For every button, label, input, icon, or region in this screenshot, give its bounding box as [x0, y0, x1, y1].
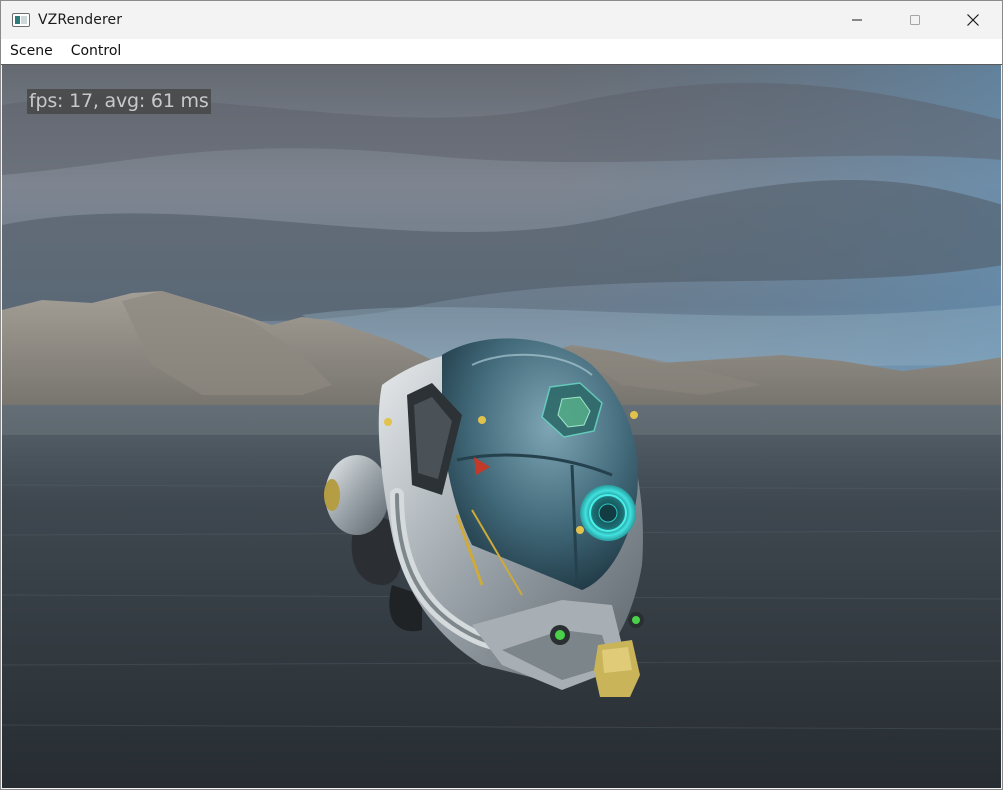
- minimize-button[interactable]: [828, 1, 886, 39]
- menu-scene[interactable]: Scene: [1, 39, 62, 64]
- app-window: VZRenderer Scene Control fps: 17, avg: 6…: [0, 0, 1003, 790]
- window-title: VZRenderer: [38, 12, 123, 28]
- minimize-icon: [852, 19, 862, 21]
- render-viewport[interactable]: fps: 17, avg: 61 ms: [2, 65, 1001, 788]
- close-icon: [967, 14, 979, 26]
- app-icon: [12, 13, 30, 27]
- menu-bar: Scene Control: [1, 39, 1002, 65]
- close-button[interactable]: [944, 1, 1002, 39]
- maximize-icon: [910, 15, 920, 25]
- title-bar[interactable]: VZRenderer: [1, 1, 1002, 39]
- maximize-button[interactable]: [886, 1, 944, 39]
- menu-control[interactable]: Control: [62, 39, 131, 64]
- fps-overlay: fps: 17, avg: 61 ms: [27, 89, 211, 114]
- scene-render: [2, 65, 1001, 788]
- window-controls: [828, 1, 1002, 39]
